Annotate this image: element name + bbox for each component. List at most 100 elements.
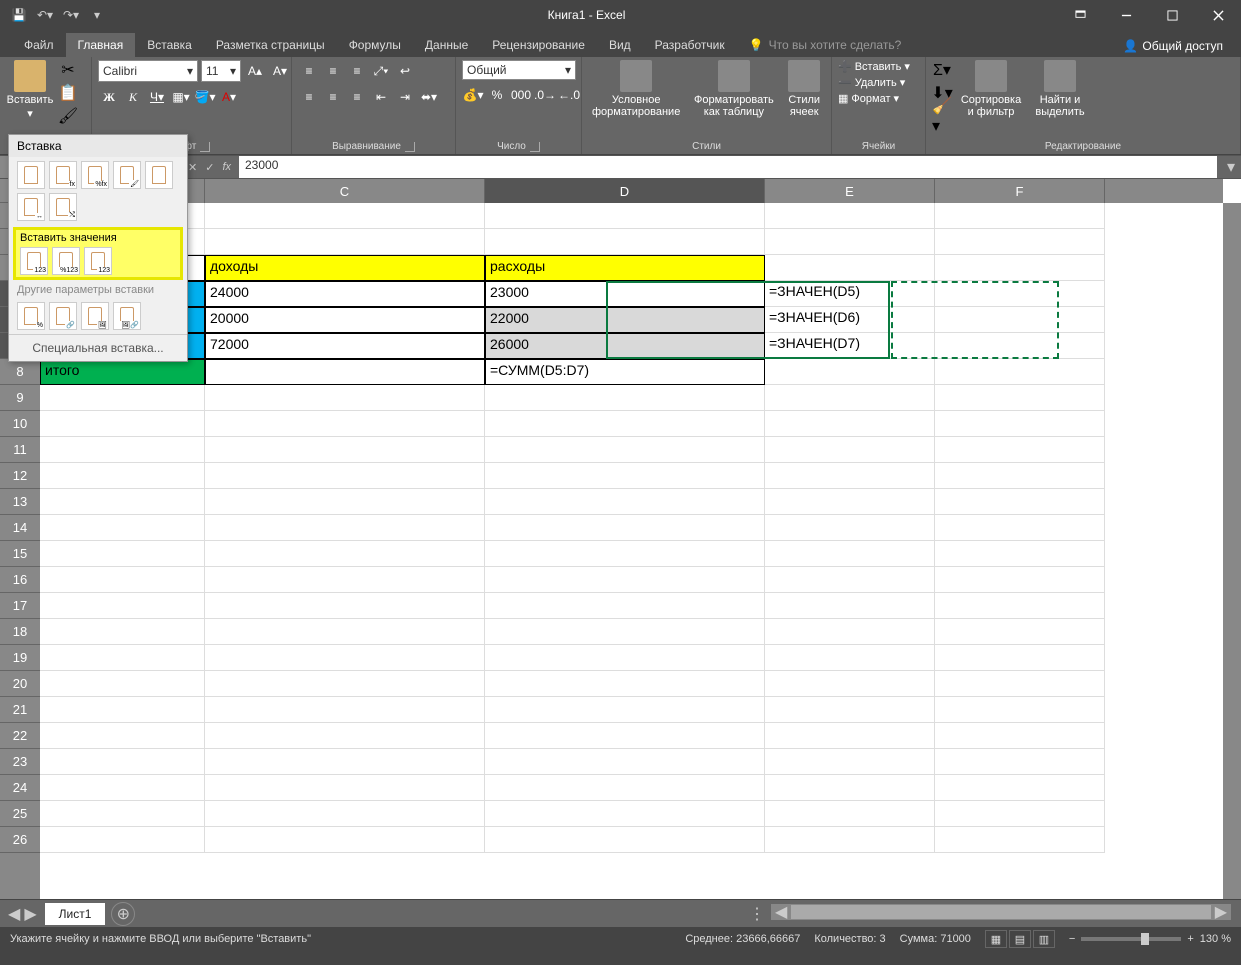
cell-F5[interactable] [935,281,1105,307]
cell-E16[interactable] [765,567,935,593]
cell-B24[interactable] [40,775,205,801]
cell-E24[interactable] [765,775,935,801]
font-color-button[interactable]: A▾ [218,86,240,108]
font-dialog-icon[interactable] [200,142,210,152]
cell-F12[interactable] [935,463,1105,489]
row-header-16[interactable]: 16 [0,567,40,593]
cell-D10[interactable] [485,411,765,437]
row-header-22[interactable]: 22 [0,723,40,749]
cell-D9[interactable] [485,385,765,411]
paste-values-src-icon[interactable]: 123 [84,247,112,275]
row-header-25[interactable]: 25 [0,801,40,827]
row-header-10[interactable]: 10 [0,411,40,437]
cell-F3[interactable] [935,229,1105,255]
cell-E3[interactable] [765,229,935,255]
tab-view[interactable]: Вид [597,33,643,57]
cell-C7[interactable]: 72000 [205,333,485,359]
row-header-26[interactable]: 26 [0,827,40,853]
row-header-18[interactable]: 18 [0,619,40,645]
vertical-scrollbar[interactable] [1223,203,1241,899]
cell-D3[interactable] [485,229,765,255]
cell-B13[interactable] [40,489,205,515]
cell-B16[interactable] [40,567,205,593]
number-dialog-icon[interactable] [530,142,540,152]
ribbon-options-icon[interactable] [1057,0,1103,30]
page-layout-view-icon[interactable]: ▤ [1009,930,1031,948]
find-select-button[interactable]: Найти и выделить [1030,60,1090,118]
cell-D13[interactable] [485,489,765,515]
cell-D7[interactable]: 26000 [485,333,765,359]
cell-B11[interactable] [40,437,205,463]
sheet-nav-next-icon[interactable]: ▶ [24,904,36,924]
cell-C24[interactable] [205,775,485,801]
zoom-slider[interactable] [1081,937,1181,941]
formula-bar[interactable]: 23000 [239,156,1217,178]
fill-color-button[interactable]: 🪣▾ [194,86,216,108]
cell-C22[interactable] [205,723,485,749]
cell-B14[interactable] [40,515,205,541]
save-icon[interactable]: 💾 [10,6,28,24]
cell-D20[interactable] [485,671,765,697]
normal-view-icon[interactable]: ▦ [985,930,1007,948]
share-button[interactable]: 👤 Общий доступ [1115,35,1231,57]
cell-F19[interactable] [935,645,1105,671]
cell-F22[interactable] [935,723,1105,749]
cell-D11[interactable] [485,437,765,463]
row-header-9[interactable]: 9 [0,385,40,411]
cell-F18[interactable] [935,619,1105,645]
cell-F16[interactable] [935,567,1105,593]
tab-insert[interactable]: Вставка [135,33,204,57]
cell-C17[interactable] [205,593,485,619]
cell-F2[interactable] [935,203,1105,229]
cell-E4[interactable] [765,255,935,281]
cell-C5[interactable]: 24000 [205,281,485,307]
column-header-D[interactable]: D [485,179,765,203]
font-name-combo[interactable]: Calibri▾ [98,60,198,82]
thousands-icon[interactable]: 000 [510,84,532,106]
cell-C10[interactable] [205,411,485,437]
close-button[interactable] [1195,0,1241,30]
cell-F9[interactable] [935,385,1105,411]
paste-no-borders-icon[interactable] [145,161,173,189]
cell-D23[interactable] [485,749,765,775]
tell-me-search[interactable]: 💡 Что вы хотите сделать? [737,33,914,57]
cell-F15[interactable] [935,541,1105,567]
cell-D2[interactable] [485,203,765,229]
paste-transpose-icon[interactable]: ⤭ [49,193,77,221]
qat-dropdown-icon[interactable]: ▾ [88,6,106,24]
tab-layout[interactable]: Разметка страницы [204,33,337,57]
tab-review[interactable]: Рецензирование [480,33,597,57]
indent-inc-icon[interactable]: ⇥ [394,86,416,108]
cell-F10[interactable] [935,411,1105,437]
cell-C3[interactable] [205,229,485,255]
format-table-button[interactable]: Форматировать как таблицу [692,60,775,118]
cell-D26[interactable] [485,827,765,853]
minimize-button[interactable] [1103,0,1149,30]
cell-C18[interactable] [205,619,485,645]
wrap-text-icon[interactable]: ↩ [394,60,416,82]
borders-button[interactable]: ▦▾ [170,86,192,108]
cell-E15[interactable] [765,541,935,567]
conditional-format-button[interactable]: Условное форматирование [588,60,684,118]
cell-B9[interactable] [40,385,205,411]
cell-E19[interactable] [765,645,935,671]
cell-D22[interactable] [485,723,765,749]
shrink-font-icon[interactable]: A▾ [269,60,291,82]
cell-C21[interactable] [205,697,485,723]
cell-E21[interactable] [765,697,935,723]
tab-home[interactable]: Главная [66,33,136,57]
cell-C13[interactable] [205,489,485,515]
paste-button[interactable]: Вставить▾ [6,60,54,120]
cell-E13[interactable] [765,489,935,515]
cell-F26[interactable] [935,827,1105,853]
paste-values-icon[interactable]: 123 [20,247,48,275]
paste-special-item[interactable]: Специальная вставка... [9,334,187,361]
paste-values-nf-icon[interactable]: %123 [52,247,80,275]
cell-D19[interactable] [485,645,765,671]
align-right-icon[interactable]: ≡ [346,86,368,108]
cell-D5[interactable]: 23000 [485,281,765,307]
tab-formulas[interactable]: Формулы [337,33,413,57]
cell-F23[interactable] [935,749,1105,775]
cell-B19[interactable] [40,645,205,671]
zoom-in-button[interactable]: + [1187,933,1193,945]
